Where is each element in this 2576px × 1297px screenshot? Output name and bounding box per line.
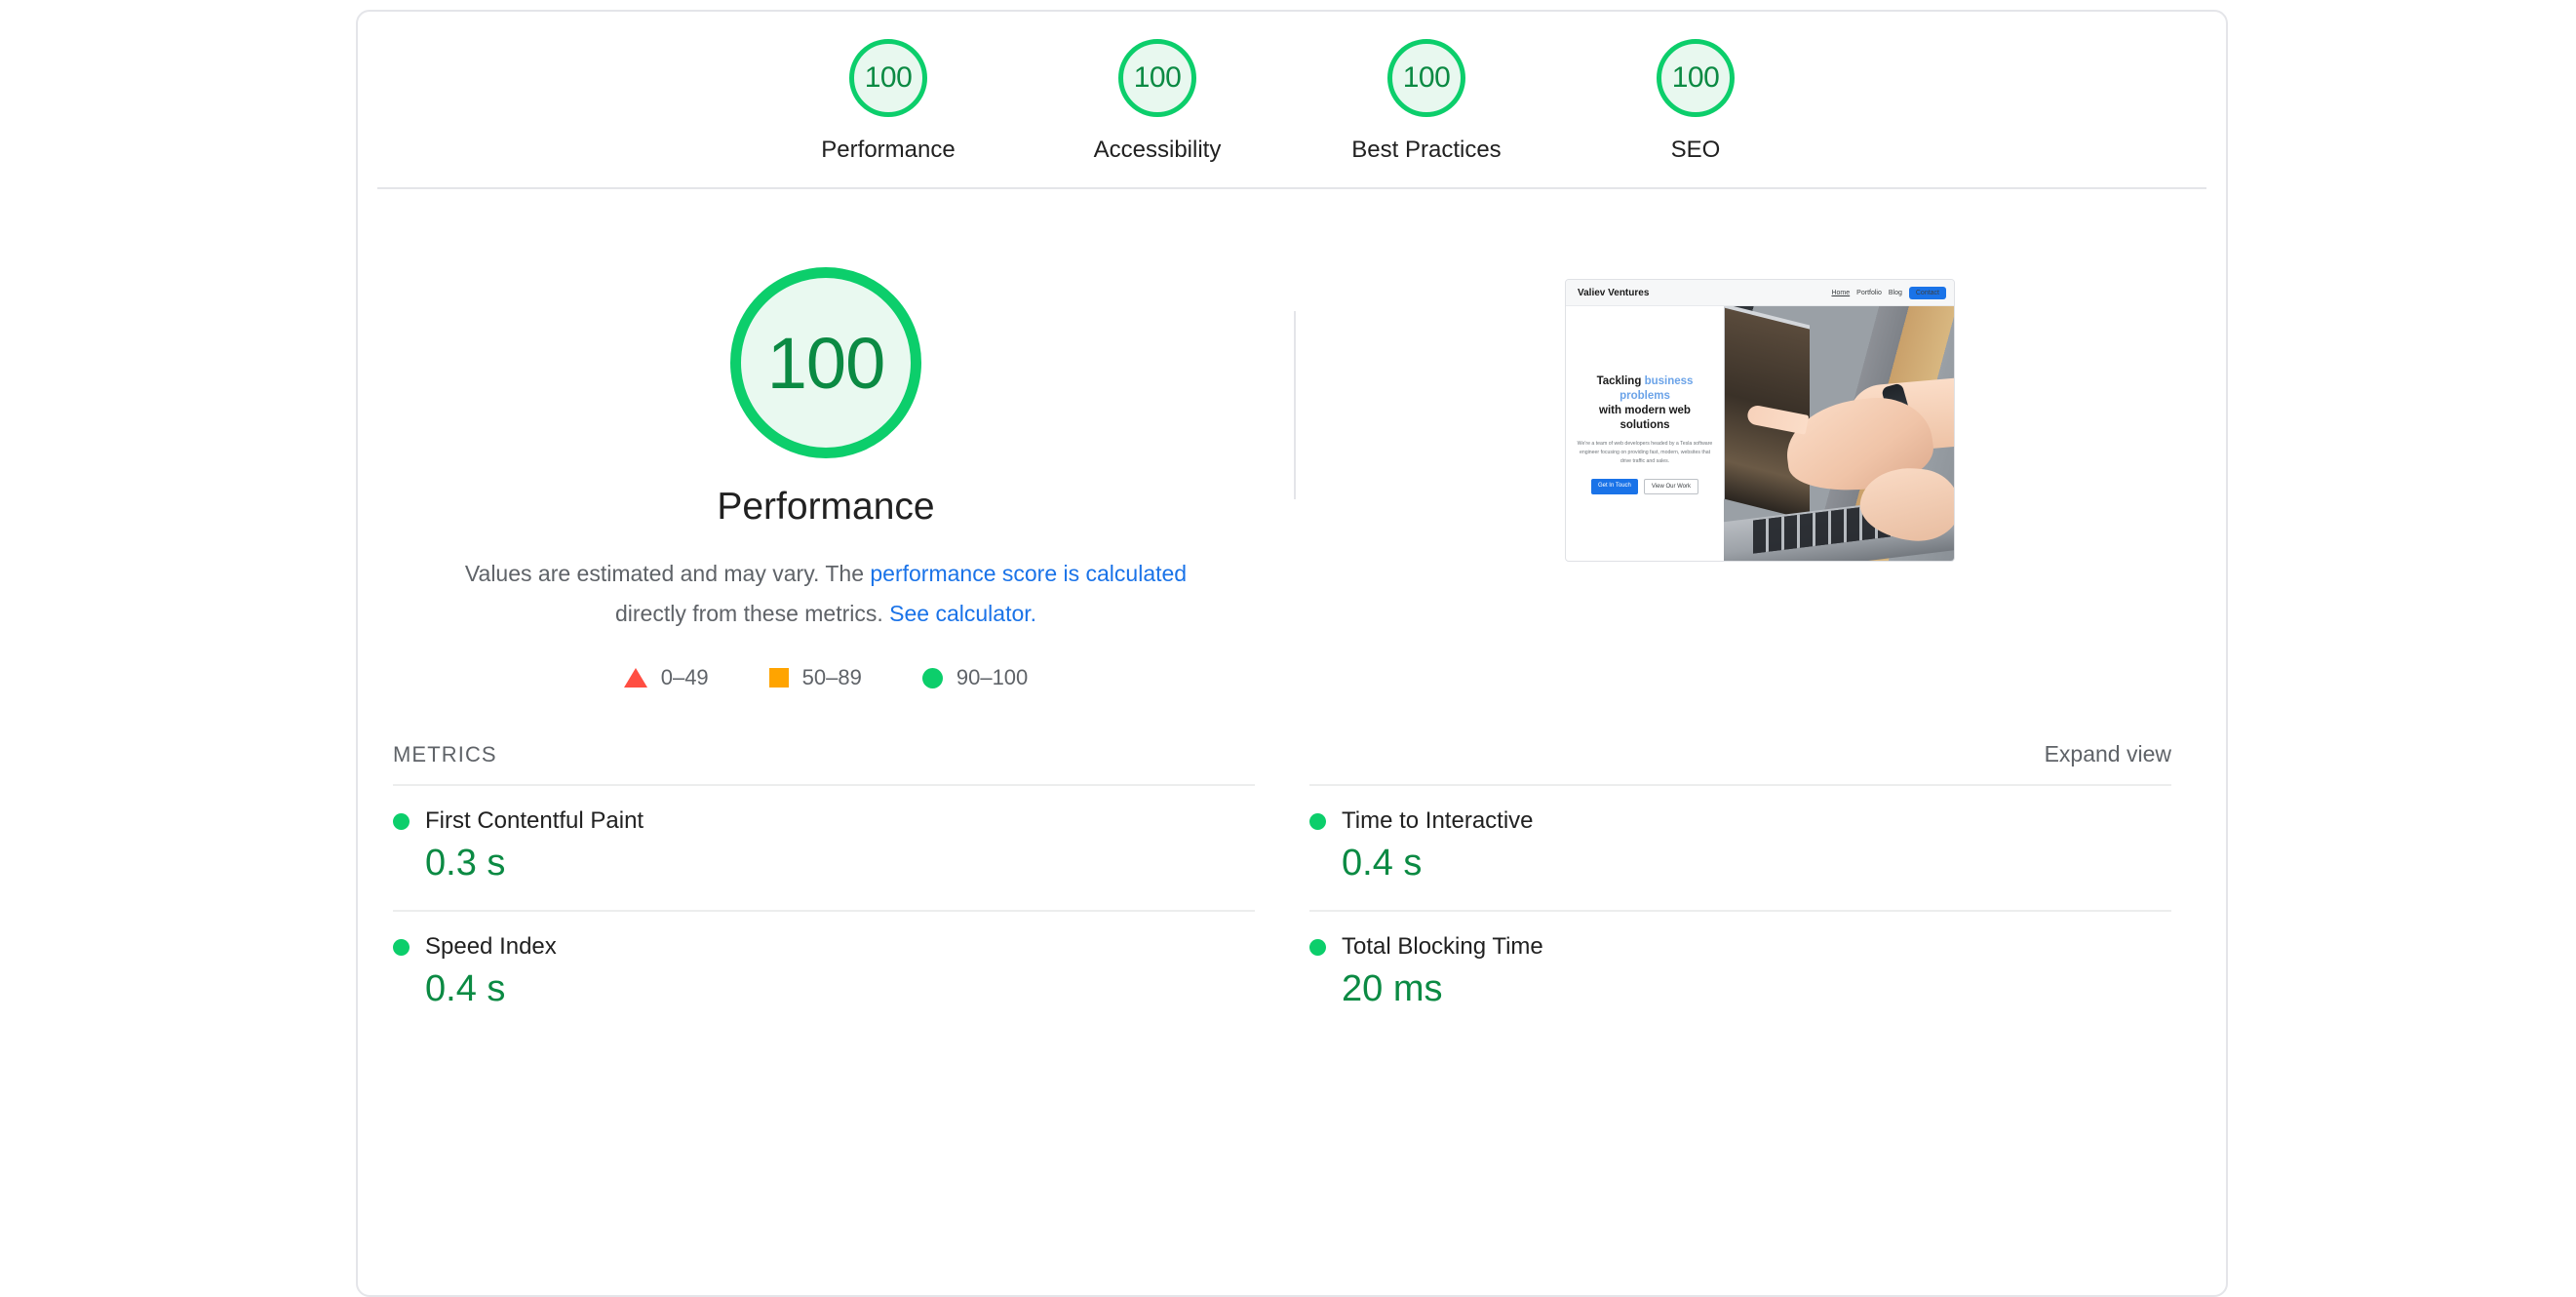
thumbnail-nav-home: Home xyxy=(1831,289,1851,296)
metric-label-line: Time to Interactive xyxy=(1309,807,2171,835)
circle-icon xyxy=(393,812,410,830)
metric-value: 0.4 s xyxy=(425,968,506,1009)
legend-item-average: 50–89 xyxy=(768,665,862,690)
lighthouse-report-card: 100 Performance 100 Accessibility 100 Be… xyxy=(356,10,2228,1297)
circle-icon xyxy=(1309,812,1326,830)
circle-icon xyxy=(1309,938,1326,956)
thumbnail-headline: Tackling business problems with modern w… xyxy=(1576,374,1714,433)
circle-icon xyxy=(393,938,410,956)
circle-icon xyxy=(921,667,943,688)
score-description: Values are estimated and may vary. The p… xyxy=(441,554,1211,634)
thumbnail-nav-portfolio: Portfolio xyxy=(1856,289,1882,296)
headline-part-2: with modern web solutions xyxy=(1599,404,1691,431)
performance-score-link[interactable]: performance score is calculated xyxy=(870,561,1187,586)
thumbnail-nav-links: Home Portfolio Blog Contact xyxy=(1831,286,1946,299)
metric-item[interactable]: Speed Index 0.4 s xyxy=(393,910,1255,1036)
hero-right-column: Valiev Ventures Home Portfolio Blog Cont… xyxy=(1294,267,2226,562)
hero-vertical-divider xyxy=(1294,311,1296,499)
gauge-score-ring: 100 xyxy=(849,39,927,117)
thumbnail-paragraph: We're a team of web developers headed by… xyxy=(1577,440,1713,464)
category-gauges-row: 100 Performance 100 Accessibility 100 Be… xyxy=(358,12,2226,164)
thumbnail-cta-primary: Get In Touch xyxy=(1590,478,1638,494)
thumbnail-body: Tackling business problems with modern w… xyxy=(1566,306,1954,561)
metric-value: 0.4 s xyxy=(1342,843,1423,884)
metric-item[interactable]: First Contentful Paint 0.3 s xyxy=(393,784,1255,910)
headline-part-1: Tackling xyxy=(1596,374,1645,387)
category-label: Best Practices xyxy=(1351,137,1502,163)
metric-label-line: Total Blocking Time xyxy=(1309,933,2171,961)
metrics-grid: First Contentful Paint 0.3 s Speed Index… xyxy=(358,784,2226,1036)
metric-name: First Contentful Paint xyxy=(425,807,644,834)
category-label: Performance xyxy=(821,137,956,163)
performance-score-gauge: 100 xyxy=(730,267,921,458)
category-gauge-seo[interactable]: 100 SEO xyxy=(1608,39,1783,164)
legend-range: 90–100 xyxy=(956,665,1029,689)
thumbnail-cta-row: Get In Touch View Our Work xyxy=(1576,478,1714,494)
metric-item[interactable]: Time to Interactive 0.4 s xyxy=(1309,784,2171,910)
thumbnail-contact-button: Contact xyxy=(1908,286,1946,299)
thumbnail-nav-blog: Blog xyxy=(1888,289,1902,296)
hero-left-column: 100 Performance Values are estimated and… xyxy=(358,267,1294,690)
metric-label-line: Speed Index xyxy=(393,933,1255,961)
category-gauge-performance[interactable]: 100 Performance xyxy=(800,39,976,164)
gauge-score-ring: 100 xyxy=(1118,39,1196,117)
square-icon xyxy=(768,668,789,688)
category-label: Accessibility xyxy=(1093,137,1222,163)
thumbnail-hero-photo xyxy=(1724,306,1954,561)
see-calculator-link[interactable]: See calculator. xyxy=(889,601,1036,626)
thumbnail-copy: Tackling business problems with modern w… xyxy=(1566,306,1724,561)
category-gauge-best-practices[interactable]: 100 Best Practices xyxy=(1339,39,1514,164)
metric-value: 0.3 s xyxy=(425,843,506,884)
thumbnail-brand: Valiev Ventures xyxy=(1578,287,1650,298)
legend-item-fail: 0–49 xyxy=(623,665,709,690)
triangle-icon xyxy=(623,668,647,688)
page-title: Performance xyxy=(717,486,935,528)
metrics-section-title: METRICS xyxy=(393,742,497,766)
desc-text-1: Values are estimated and may vary. The xyxy=(464,561,871,586)
score-legend: 0–49 50–89 90–100 xyxy=(623,665,1029,690)
gauge-score-ring: 100 xyxy=(1387,39,1465,117)
metrics-header: METRICS Expand view xyxy=(358,690,2226,767)
thumbnail-navbar: Valiev Ventures Home Portfolio Blog Cont… xyxy=(1566,280,1954,306)
legend-range: 0–49 xyxy=(660,665,709,689)
category-gauge-accessibility[interactable]: 100 Accessibility xyxy=(1070,39,1245,164)
thumbnail-cta-secondary: View Our Work xyxy=(1643,478,1699,494)
metric-name: Speed Index xyxy=(425,933,557,960)
metric-name: Time to Interactive xyxy=(1342,807,1534,834)
metric-name: Total Blocking Time xyxy=(1342,933,1543,960)
legend-item-pass: 90–100 xyxy=(921,665,1029,690)
metric-value: 20 ms xyxy=(1342,968,1443,1009)
metric-item[interactable]: Total Blocking Time 20 ms xyxy=(1309,910,2171,1036)
metric-label-line: First Contentful Paint xyxy=(393,807,1255,835)
metrics-column-left: First Contentful Paint 0.3 s Speed Index… xyxy=(393,784,1255,1036)
expand-view-toggle[interactable]: Expand view xyxy=(2045,741,2171,767)
page-screenshot-thumbnail[interactable]: Valiev Ventures Home Portfolio Blog Cont… xyxy=(1565,279,1955,562)
desc-text-2: directly from these metrics. xyxy=(614,601,890,626)
category-label: SEO xyxy=(1670,137,1721,163)
metrics-column-right: Time to Interactive 0.4 s Total Blocking… xyxy=(1309,784,2171,1036)
performance-hero: 100 Performance Values are estimated and… xyxy=(358,189,2226,690)
legend-range: 50–89 xyxy=(801,665,862,689)
gauge-score-ring: 100 xyxy=(1657,39,1735,117)
